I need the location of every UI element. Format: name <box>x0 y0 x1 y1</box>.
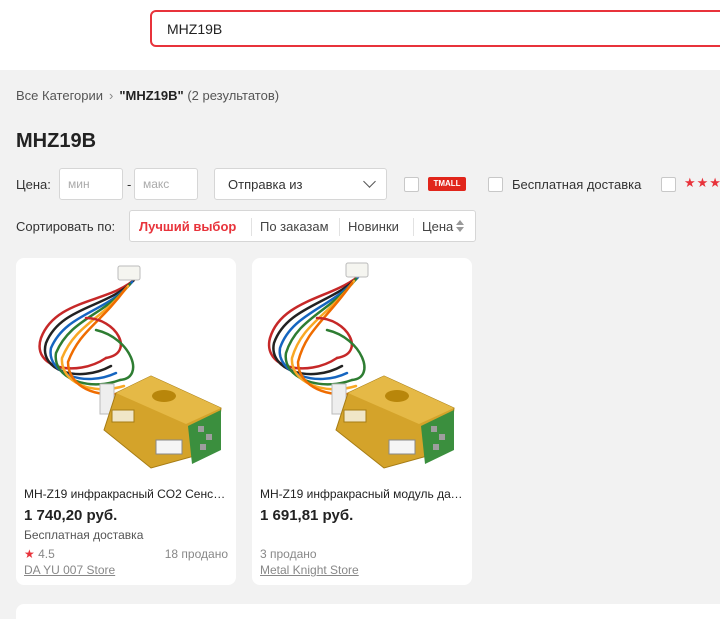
free-shipping-checkbox[interactable] <box>488 177 503 192</box>
sort-best-match[interactable]: Лучший выбор <box>139 219 236 234</box>
price-min-input[interactable] <box>59 168 123 200</box>
search-input[interactable] <box>152 12 720 45</box>
product-price: 1 740,20 руб. <box>24 507 118 524</box>
sort-arrows-icon[interactable] <box>456 220 464 232</box>
search-box[interactable] <box>150 10 720 47</box>
breadcrumb-result-count: (2 результатов) <box>187 88 280 103</box>
sort-newest[interactable]: Новинки <box>348 219 399 234</box>
product-title[interactable]: MH-Z19 инфракрасный CO2 Сенсор для монит… <box>24 487 230 501</box>
product-image[interactable] <box>16 258 236 478</box>
product-title[interactable]: MH-Z19 инфракрасный модуль датчика CO2 <box>260 487 466 501</box>
top-bar <box>0 0 720 70</box>
breadcrumb-all-categories[interactable]: Все Категории <box>16 88 103 103</box>
ship-from-label: Отправка из <box>228 177 303 192</box>
product-sold-count: 3 продано <box>260 547 317 561</box>
store-link[interactable]: DA YU 007 Store <box>24 563 115 577</box>
price-max-input[interactable] <box>134 168 198 200</box>
store-link[interactable]: Metal Knight Store <box>260 563 359 577</box>
free-shipping-label: Бесплатная доставка <box>512 177 642 192</box>
ship-from-dropdown[interactable]: Отправка из <box>214 168 387 200</box>
breadcrumb-separator: › <box>109 88 114 103</box>
sort-divider <box>251 218 252 236</box>
breadcrumb: Все Категории › "MHZ19B" (2 результатов) <box>16 88 279 103</box>
sort-options: Лучший выбор По заказам Новинки Цена <box>129 210 476 242</box>
sort-divider <box>413 218 414 236</box>
rating-filter-stars: ★★★ <box>684 175 720 190</box>
price-label: Цена: <box>16 177 51 192</box>
next-section-panel <box>16 604 720 619</box>
sort-by-price[interactable]: Цена <box>422 219 453 234</box>
tmall-badge: TMALL <box>428 177 466 191</box>
product-card[interactable]: MH-Z19 инфракрасный CO2 Сенсор для монит… <box>16 258 236 585</box>
product-image[interactable] <box>252 258 472 478</box>
sort-by-orders[interactable]: По заказам <box>260 219 329 234</box>
product-card[interactable]: MH-Z19 инфракрасный модуль датчика CO2 1… <box>252 258 472 585</box>
rating-filter-checkbox[interactable] <box>661 177 676 192</box>
sort-label: Сортировать по: <box>16 219 116 234</box>
page-title: MHZ19B <box>16 130 97 152</box>
product-rating: ★ 4.5 <box>24 547 55 561</box>
chevron-down-icon <box>363 175 376 188</box>
sort-divider <box>339 218 340 236</box>
product-shipping: Бесплатная доставка <box>24 528 144 542</box>
product-sold-count: 18 продано <box>164 547 228 561</box>
rating-value: 4.5 <box>38 547 55 561</box>
price-dash: - <box>127 177 132 192</box>
product-price: 1 691,81 руб. <box>260 507 354 524</box>
star-icon: ★ <box>24 547 35 561</box>
tmall-checkbox[interactable] <box>404 177 419 192</box>
breadcrumb-query: "MHZ19B" <box>119 88 184 103</box>
